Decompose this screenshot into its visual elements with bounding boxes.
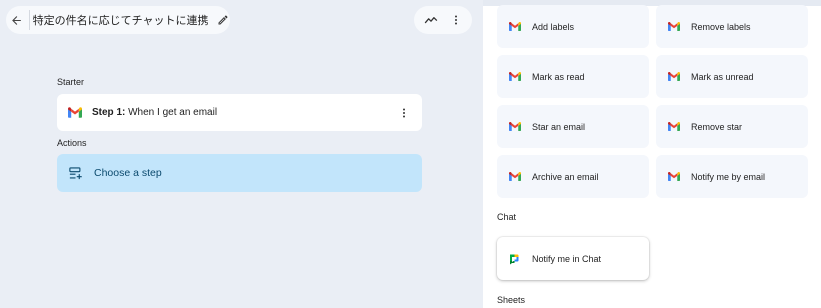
gmail-icon [68,107,82,118]
action-star-an-email[interactable]: Star an email [497,105,649,148]
more-options-button[interactable] [445,9,467,31]
gmail-icon [668,122,680,131]
action-label: Add labels [532,21,575,32]
title-bar: 特定の件名に応じてチャットに連携 [6,6,230,34]
choose-step-card[interactable]: Choose a step [57,154,422,192]
action-label: Remove star [691,121,743,132]
action-notify-me-by-email[interactable]: Notify me by email [656,155,808,198]
add-step-icon [69,166,82,179]
action-notify-me-in-chat[interactable]: Notify me in Chat [497,237,649,280]
action-label: Archive an email [532,171,599,182]
action-label: Mark as unread [691,71,754,82]
action-label: Notify me in Chat [532,253,602,264]
gmail-icon [509,122,521,131]
activity-icon [424,17,437,24]
edit-title-button[interactable] [217,11,230,29]
action-mark-as-unread[interactable]: Mark as unread [656,55,808,98]
step-more-button[interactable] [395,104,412,121]
starter-step-card[interactable]: Step 1: When I get an email [57,94,422,131]
action-label: Remove labels [691,21,751,32]
action-add-labels[interactable]: Add labels [497,5,649,48]
starter-step-text: Step 1: When I get an email [92,107,218,118]
arrow-left-icon [12,15,21,25]
more-vert-icon [402,108,405,117]
flow-editor-pane: 特定の件名に応じてチャットに連携 Starter Step 1: When I … [0,0,483,308]
more-vert-icon [454,15,457,25]
choose-step-label: Choose a step [94,167,162,179]
action-mark-as-read[interactable]: Mark as read [497,55,649,98]
action-remove-star[interactable]: Remove star [656,105,808,148]
toolbar-right [414,6,472,34]
back-button[interactable] [6,6,27,34]
actions-label: Actions [57,138,87,148]
action-label: Mark as read [532,71,585,82]
app-root: 特定の件名に応じてチャットに連携 Starter Step 1: When I … [0,0,821,308]
title-divider [28,10,30,30]
category-sheets-label: Sheets [497,295,526,305]
activity-button[interactable] [420,9,442,31]
google-chat-icon [510,254,519,264]
gmail-icon [509,22,521,31]
category-chat-label: Chat [497,212,517,222]
starter-label: Starter [57,77,85,87]
gmail-icon [509,72,521,81]
step-picker-pane: Add labels Remove labels Mark as read Ma… [483,0,821,308]
action-archive-an-email[interactable]: Archive an email [497,155,649,198]
action-label: Star an email [532,121,586,132]
action-label: Notify me by email [691,171,766,182]
gmail-icon [509,172,521,181]
gmail-icon [668,72,680,81]
gmail-icon [668,172,680,181]
action-remove-labels[interactable]: Remove labels [656,5,808,48]
flow-title[interactable]: 特定の件名に応じてチャットに連携 [33,12,209,28]
gmail-icon [668,22,680,31]
pencil-icon [218,15,228,25]
